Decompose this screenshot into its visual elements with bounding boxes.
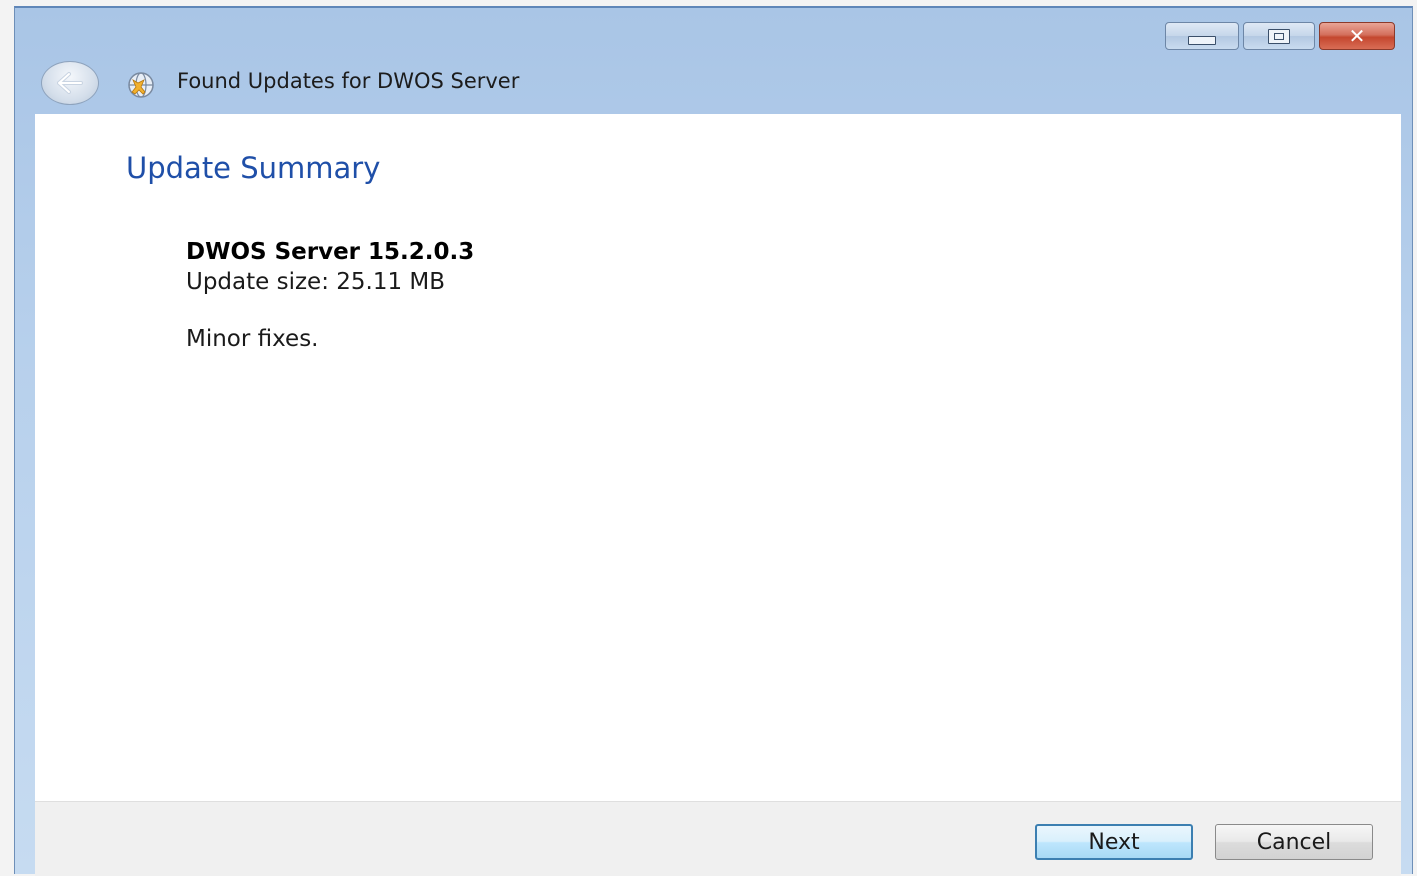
minimize-button[interactable] bbox=[1165, 22, 1239, 50]
restore-icon bbox=[1268, 28, 1290, 44]
minimize-icon bbox=[1188, 35, 1216, 45]
update-size-text: Update size: 25.11 MB bbox=[186, 269, 446, 295]
close-icon: ✕ bbox=[1348, 24, 1366, 48]
window-title: Found Updates for DWOS Server bbox=[177, 69, 520, 93]
product-name: DWOS Server 15.2.0.3 bbox=[186, 239, 475, 265]
cancel-button[interactable]: Cancel bbox=[1215, 824, 1373, 860]
release-notes: Minor fixes. bbox=[186, 326, 319, 352]
back-arrow-icon bbox=[57, 72, 83, 94]
caption-buttons: ✕ bbox=[1165, 22, 1395, 50]
button-bar: Next Cancel bbox=[35, 801, 1401, 876]
wizard-window: ✕ Found Updates for DWOS Server Update S… bbox=[14, 6, 1413, 876]
content-area: Update Summary DWOS Server 15.2.0.3 Upda… bbox=[35, 114, 1401, 801]
close-button[interactable]: ✕ bbox=[1319, 22, 1395, 50]
maximize-button[interactable] bbox=[1243, 22, 1315, 50]
next-button[interactable]: Next bbox=[1035, 824, 1193, 860]
back-button[interactable] bbox=[41, 61, 99, 105]
update-globe-icon bbox=[128, 72, 154, 98]
page-title: Update Summary bbox=[126, 151, 381, 185]
title-bar[interactable]: ✕ Found Updates for DWOS Server bbox=[15, 8, 1412, 114]
